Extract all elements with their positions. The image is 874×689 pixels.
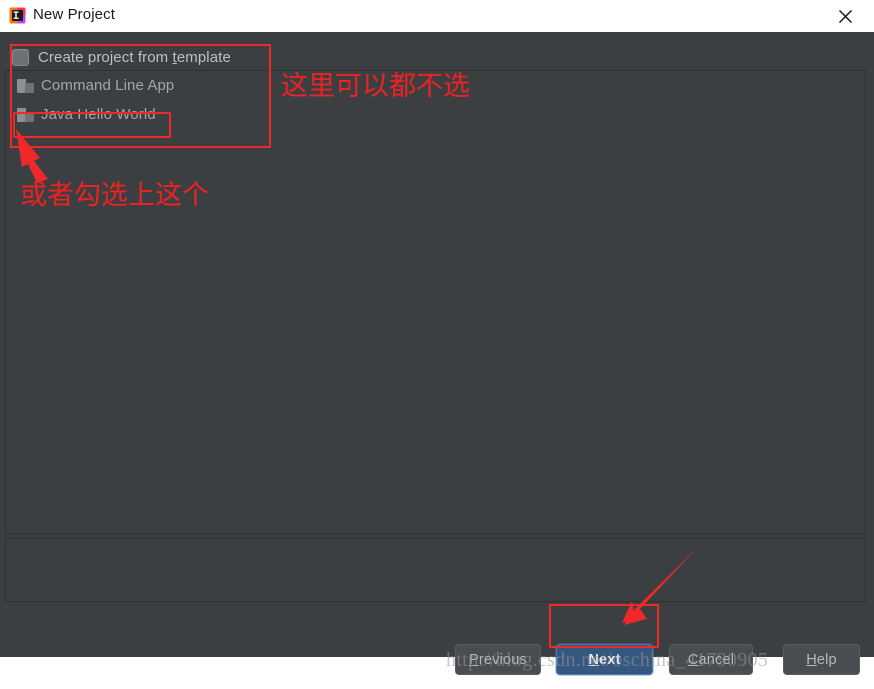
folder-icon <box>17 78 34 93</box>
help-button-accel: H <box>806 651 817 668</box>
previous-button-label: revious <box>478 651 528 668</box>
next-button-label: ext <box>599 651 621 668</box>
create-project-from-template-checkbox-row[interactable]: Create project from template <box>5 44 231 70</box>
help-button[interactable]: Help <box>783 644 860 675</box>
window-title: New Project <box>33 6 115 23</box>
intellij-idea-icon <box>9 7 26 24</box>
cancel-button-accel: C <box>687 651 699 668</box>
dialog-button-bar: Previous Next Cancel Help <box>0 628 874 689</box>
dialog-content: Create project from template Command Lin… <box>0 32 874 675</box>
help-button-label: elp <box>816 651 837 668</box>
previous-button-accel: P <box>468 651 479 668</box>
window-titlebar: New Project <box>0 0 874 33</box>
next-button[interactable]: Next <box>556 644 653 675</box>
checkbox-label-after: emplate <box>176 48 231 66</box>
next-button-accel: N <box>588 651 600 668</box>
close-icon[interactable] <box>822 0 868 32</box>
new-project-dialog: New Project Create project from template… <box>0 0 874 675</box>
previous-button[interactable]: Previous <box>455 644 541 675</box>
project-template-list[interactable]: Command Line App Java Hello World <box>5 70 866 534</box>
checkbox-label-before: Create project from <box>38 48 173 66</box>
list-item-label: Command Line App <box>41 77 175 94</box>
list-item-label: Java Hello World <box>41 106 156 123</box>
folder-icon <box>17 107 34 122</box>
checkbox-unchecked-icon[interactable] <box>12 48 29 66</box>
create-project-from-template-label: Create project from template <box>38 49 231 66</box>
cancel-button[interactable]: Cancel <box>669 644 753 675</box>
template-description-panel <box>5 538 866 602</box>
list-item-command-line-app[interactable]: Command Line App <box>6 71 865 100</box>
cancel-button-label: ancel <box>698 651 735 668</box>
list-item-java-hello-world[interactable]: Java Hello World <box>6 100 865 129</box>
